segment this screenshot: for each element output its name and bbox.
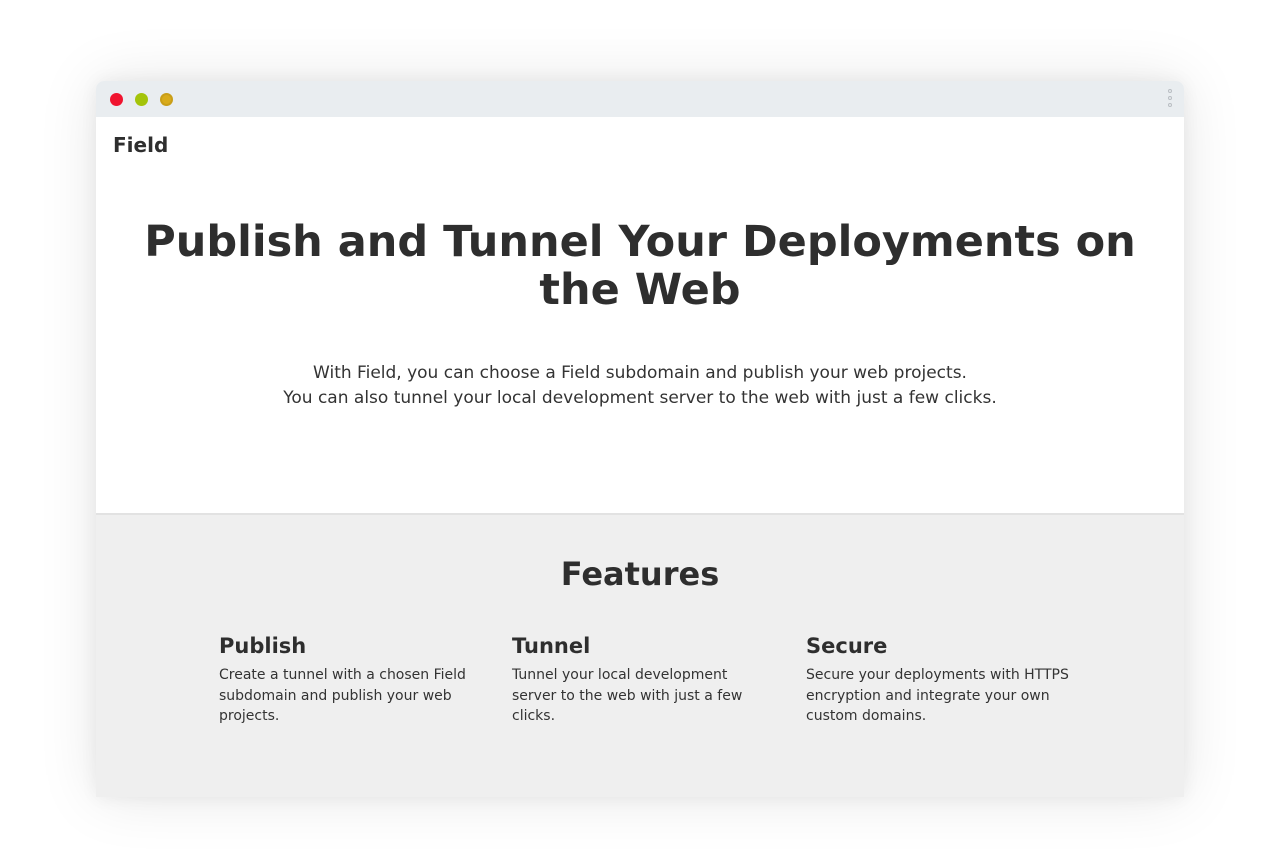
features-section: Features Publish Create a tunnel with a …	[96, 513, 1184, 797]
browser-window: Publish and Tunnel Your Deployments on t…	[96, 81, 1184, 797]
feature-title: Secure	[806, 634, 888, 658]
hero-title: Publish and Tunnel Your Deployments on t…	[144, 217, 1136, 315]
feature-title: Publish	[219, 634, 307, 658]
feature-card-tunnel: Tunnel Tunnel your local development ser…	[512, 633, 762, 727]
minimize-window-button[interactable]	[135, 93, 148, 106]
feature-card-secure: Secure Secure your deployments with HTTP…	[806, 633, 1076, 727]
maximize-window-button[interactable]	[160, 93, 173, 106]
hero-subtitle: With Field, you can choose a Field subdo…	[190, 361, 1090, 411]
brand-logo-text[interactable]: Field	[113, 133, 168, 157]
feature-description: Tunnel your local development server to …	[512, 667, 743, 724]
features-title: Features	[560, 555, 720, 593]
hero-subtitle-line-2: You can also tunnel your local developme…	[283, 388, 997, 408]
feature-card-publish: Publish Create a tunnel with a chosen Fi…	[219, 633, 469, 727]
feature-title: Tunnel	[512, 634, 591, 658]
feature-description: Create a tunnel with a chosen Field subd…	[219, 667, 466, 724]
window-titlebar	[96, 81, 1184, 117]
feature-description: Secure your deployments with HTTPS encry…	[806, 667, 1069, 724]
close-window-button[interactable]	[110, 93, 123, 106]
screenshot-stage: Publish and Tunnel Your Deployments on t…	[0, 0, 1280, 866]
vertical-dots-icon[interactable]	[1166, 89, 1174, 111]
hero-subtitle-line-1: With Field, you can choose a Field subdo…	[313, 363, 967, 383]
hero-section: Publish and Tunnel Your Deployments on t…	[96, 117, 1184, 513]
